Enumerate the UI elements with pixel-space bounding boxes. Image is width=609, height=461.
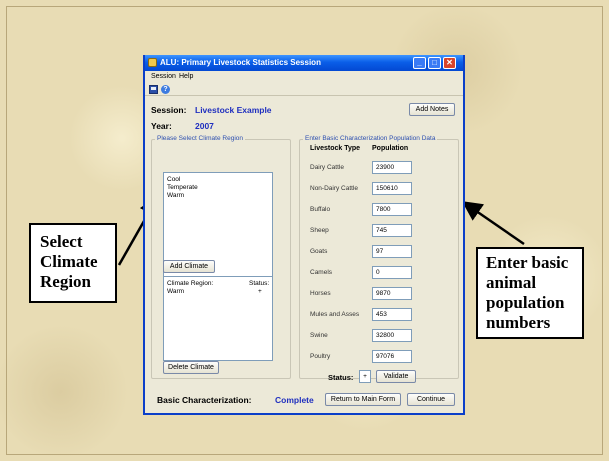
population-status-value: + [359, 370, 371, 383]
livestock-type-header: Livestock Type [310, 145, 361, 152]
add-notes-button[interactable]: Add Notes [409, 103, 455, 116]
population-input-buffalo[interactable]: 7800 [372, 203, 412, 216]
return-to-main-form-button[interactable]: Return to Main Form [325, 393, 401, 406]
maximize-button[interactable]: □ [428, 57, 441, 69]
population-group-title: Enter Basic Characterization Population … [303, 135, 438, 142]
population-input-horses[interactable]: 9870 [372, 287, 412, 300]
livestock-label-dairy-cattle: Dairy Cattle [310, 164, 344, 171]
livestock-label-sheep: Sheep [310, 227, 329, 234]
menu-session[interactable]: Session [151, 73, 176, 80]
livestock-label-goats: Goats [310, 248, 328, 255]
population-input-swine[interactable]: 32800 [372, 329, 412, 342]
menu-help[interactable]: Help [179, 73, 193, 80]
climate-option-warm[interactable]: Warm [167, 192, 184, 199]
livestock-label-poultry: Poultry [310, 353, 331, 360]
continue-button[interactable]: Continue [407, 393, 455, 406]
selected-climate-status: + [258, 288, 262, 295]
basic-characterization-label: Basic Characterization: [157, 395, 252, 405]
help-icon[interactable]: ? [161, 85, 170, 94]
basic-characterization-value: Complete [275, 395, 314, 405]
climate-option-cool[interactable]: Cool [167, 176, 180, 183]
population-input-poultry[interactable]: 97076 [372, 350, 412, 363]
climate-option-temperate[interactable]: Temperate [167, 184, 198, 191]
session-label: Session: [151, 105, 187, 115]
toolbar: ? [145, 83, 463, 96]
app-icon [148, 58, 157, 67]
population-header: Population [372, 145, 409, 152]
validate-button[interactable]: Validate [376, 370, 416, 383]
selected-climate-list[interactable]: Climate Region: Status: Warm + [163, 276, 273, 361]
population-input-non-dairy-cattle[interactable]: 150610 [372, 182, 412, 195]
livestock-label-non-dairy-cattle: Non-Dairy Cattle [310, 185, 359, 192]
climate-group-title: Please Select Climate Region [155, 135, 245, 142]
livestock-label-buffalo: Buffalo [310, 206, 331, 213]
livestock-label-horses: Horses [310, 290, 331, 297]
menu-bar: Session Help [145, 71, 463, 83]
annotation-enter-population: Enter basic animal population numbers [476, 247, 584, 339]
population-input-dairy-cattle[interactable]: 23900 [372, 161, 412, 174]
livestock-label-mules-and-asses: Mules and Asses [310, 311, 360, 318]
annotation-select-climate: Select Climate Region [29, 223, 117, 303]
population-input-mules-and-asses[interactable]: 453 [372, 308, 412, 321]
minimize-button[interactable]: _ [413, 57, 426, 69]
close-button[interactable]: ✕ [443, 57, 456, 69]
year-value: 2007 [195, 121, 214, 131]
climate-status-header: Status: [249, 280, 270, 287]
selected-climate-region[interactable]: Warm [167, 288, 184, 295]
session-value: Livestock Example [195, 105, 272, 115]
status-label: Status: [328, 373, 354, 382]
year-label: Year: [151, 121, 172, 131]
window-title: ALU: Primary Livestock Statistics Sessio… [160, 58, 321, 67]
title-bar[interactable]: ALU: Primary Livestock Statistics Sessio… [145, 55, 463, 71]
delete-climate-button[interactable]: Delete Climate [163, 361, 219, 374]
add-climate-button[interactable]: Add Climate [163, 260, 215, 273]
save-icon[interactable] [149, 85, 158, 94]
livestock-label-camels: Camels [310, 269, 333, 276]
population-input-goats[interactable]: 97 [372, 245, 412, 258]
arrow-right [461, 201, 525, 246]
climate-region-header: Climate Region: [167, 280, 214, 287]
app-window: ALU: Primary Livestock Statistics Sessio… [143, 55, 465, 415]
population-input-camels[interactable]: 0 [372, 266, 412, 279]
population-group [299, 139, 459, 379]
livestock-label-swine: Swine [310, 332, 328, 339]
population-input-sheep[interactable]: 745 [372, 224, 412, 237]
